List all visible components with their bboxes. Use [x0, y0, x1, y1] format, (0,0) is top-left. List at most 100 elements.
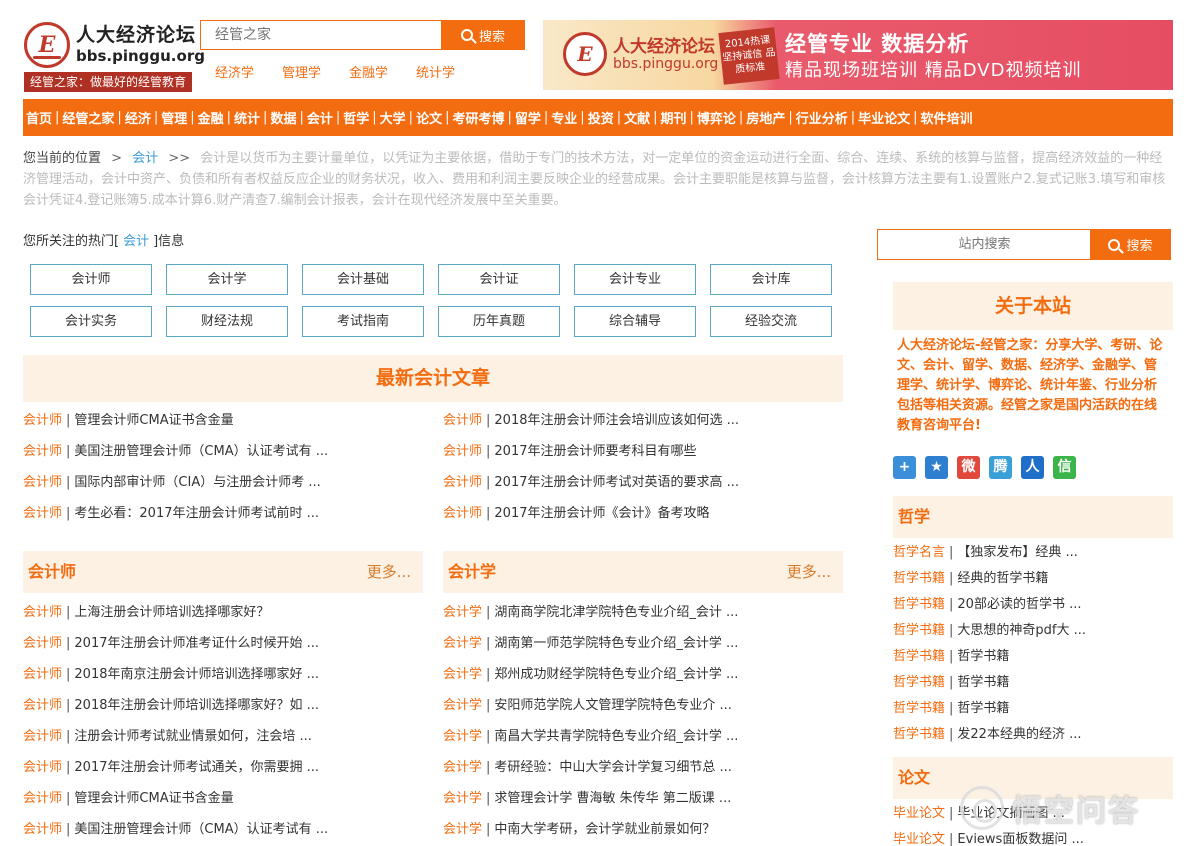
tencent-weibo-share-icon[interactable]: 腾 — [989, 456, 1012, 479]
hot-tag[interactable]: 会计证 — [438, 264, 560, 295]
item-title-link[interactable]: 2017年注册会计师要考科目有哪些 — [494, 444, 696, 459]
article-item[interactable]: 会计师 | 管理会计师CMA证书含金量 — [23, 783, 423, 814]
item-title-link[interactable]: 注册会计师考试就业情景如何，注会培 ... — [74, 729, 312, 744]
article-item[interactable]: 会计师 | 2018年注册会计师培训选择哪家好？如 ... — [23, 690, 423, 721]
item-category-link[interactable]: 会计师 — [23, 605, 62, 620]
item-category-link[interactable]: 会计师 — [23, 760, 62, 775]
article-item[interactable]: 会计学 | 湖南商学院北津学院特色专业介绍_会计 ... — [443, 597, 843, 628]
item-category-link[interactable]: 会计师 — [23, 413, 62, 428]
item-category-link[interactable]: 毕业论文 — [893, 806, 945, 821]
item-category-link[interactable]: 哲学书籍 — [893, 623, 945, 638]
side-article-item[interactable]: 哲学名言 | 【独家发布】经典 ... — [893, 540, 1173, 566]
item-category-link[interactable]: 会计师 — [23, 822, 62, 837]
article-item[interactable]: 会计学 | 湖南第一师范学院特色专业介绍_会计学 ... — [443, 628, 843, 659]
article-item[interactable]: 会计师 | 注册会计师考试就业情景如何，注会培 ... — [23, 721, 423, 752]
item-category-link[interactable]: 会计学 — [443, 822, 482, 837]
nav-item[interactable]: 会计 — [307, 108, 333, 127]
article-item[interactable]: 会计师 | 上海注册会计师培训选择哪家好？ — [23, 597, 423, 628]
item-category-link[interactable]: 会计师 — [23, 506, 62, 521]
side-article-item[interactable]: 哲学书籍 | 哲学书籍 — [893, 670, 1173, 696]
item-title-link[interactable]: 2017年注册会计师考试通关，你需要拥 ... — [74, 760, 319, 775]
article-item[interactable]: 会计学 | 求管理会计学 曹海敏 朱传华 第二版课 ... — [443, 783, 843, 814]
hot-tag[interactable]: 综合辅导 — [574, 306, 696, 337]
nav-item[interactable]: 专业 — [551, 108, 577, 127]
site-logo[interactable]: E 人大经济论坛 bbs.pinggu.org 经管之家：做最好的经管教育 — [24, 20, 205, 92]
nav-item[interactable]: 房地产 — [746, 108, 785, 127]
article-item[interactable]: 会计师 | 2017年注册会计师准考证什么时候开始 ... — [23, 628, 423, 659]
item-title-link[interactable]: 2018年南京注册会计师培训选择哪家好 ... — [74, 667, 319, 682]
latest-article-item[interactable]: 会计师 | 2017年注册会计师要考科目有哪些 — [443, 436, 843, 467]
item-title-link[interactable]: 哲学书籍 — [957, 675, 1009, 690]
side-article-item[interactable]: 哲学书籍 | 哲学书籍 — [893, 696, 1173, 722]
item-category-link[interactable]: 哲学书籍 — [893, 727, 945, 742]
item-category-link[interactable]: 会计师 — [23, 636, 62, 651]
hot-tag[interactable]: 财经法规 — [166, 306, 288, 337]
latest-article-item[interactable]: 会计师 | 管理会计师CMA证书含金量 — [23, 405, 423, 436]
nav-item[interactable]: 金融 — [198, 108, 224, 127]
nav-item[interactable]: 毕业论文 — [858, 108, 910, 127]
latest-article-item[interactable]: 会计师 | 2018年注册会计师注会培训应该如何选 ... — [443, 405, 843, 436]
hot-tag[interactable]: 会计基础 — [302, 264, 424, 295]
item-title-link[interactable]: 哲学书籍 — [957, 701, 1009, 716]
nav-item[interactable]: 考研考博 — [452, 108, 504, 127]
item-title-link[interactable]: 2017年注册会计师考试对英语的要求高 ... — [494, 475, 739, 490]
nav-item[interactable]: 数据 — [270, 108, 296, 127]
nav-item[interactable]: 留学 — [515, 108, 541, 127]
hot-tag[interactable]: 经验交流 — [710, 306, 832, 337]
item-category-link[interactable]: 毕业论文 — [893, 832, 945, 846]
item-category-link[interactable]: 会计师 — [23, 791, 62, 806]
latest-article-item[interactable]: 会计师 | 2017年注册会计师考试对英语的要求高 ... — [443, 467, 843, 498]
nav-item[interactable]: 期刊 — [661, 108, 687, 127]
article-item[interactable]: 会计学 | 安阳师范学院人文管理学院特色专业介 ... — [443, 690, 843, 721]
side-search-button[interactable]: 搜索 — [1090, 229, 1171, 260]
item-category-link[interactable]: 会计师 — [443, 475, 482, 490]
item-category-link[interactable]: 哲学名言 — [893, 545, 945, 560]
item-category-link[interactable]: 会计师 — [23, 444, 62, 459]
item-category-link[interactable]: 会计师 — [443, 413, 482, 428]
hot-label-keyword[interactable]: 会计 — [123, 234, 149, 249]
nav-item[interactable]: 统计 — [234, 108, 260, 127]
article-item[interactable]: 会计学 | 中南大学考研，会计学就业前景如何？ — [443, 814, 843, 845]
breadcrumb-current[interactable]: 会计 — [132, 151, 158, 166]
item-title-link[interactable]: 国际内部审计师（CIA）与注册会计师考 ... — [74, 475, 320, 490]
latest-article-item[interactable]: 会计师 | 美国注册管理会计师（CMA）认证考试有 ... — [23, 436, 423, 467]
item-title-link[interactable]: 美国注册管理会计师（CMA）认证考试有 ... — [74, 822, 328, 837]
article-item[interactable]: 会计师 | 美国注册管理会计师（CMA）认证考试有 ... — [23, 814, 423, 845]
article-item[interactable]: 会计学 | 考研经验：中山大学会计学复习细节总 ... — [443, 752, 843, 783]
item-category-link[interactable]: 哲学书籍 — [893, 571, 945, 586]
item-title-link[interactable]: 中南大学考研，会计学就业前景如何？ — [494, 822, 715, 837]
nav-item[interactable]: 博弈论 — [697, 108, 736, 127]
item-title-link[interactable]: 大思想的神奇pdf大 ... — [957, 623, 1086, 638]
top-link-finance[interactable]: 金融学 — [349, 62, 388, 81]
item-category-link[interactable]: 哲学书籍 — [893, 649, 945, 664]
item-category-link[interactable]: 会计师 — [23, 475, 62, 490]
nav-item[interactable]: 首页 — [26, 108, 52, 127]
nav-item[interactable]: 软件培训 — [921, 108, 973, 127]
nav-item[interactable]: 论文 — [416, 108, 442, 127]
item-title-link[interactable]: 美国注册管理会计师（CMA）认证考试有 ... — [74, 444, 328, 459]
wechat-share-icon[interactable]: 信 — [1053, 456, 1076, 479]
item-title-link[interactable]: 【独家发布】经典 ... — [957, 545, 1078, 560]
nav-item[interactable]: 哲学 — [343, 108, 369, 127]
item-category-link[interactable]: 会计学 — [443, 636, 482, 651]
item-category-link[interactable]: 会计学 — [443, 605, 482, 620]
renren-share-icon[interactable]: 人 — [1021, 456, 1044, 479]
side-article-item[interactable]: 哲学书籍 | 经典的哲学书籍 — [893, 566, 1173, 592]
nav-item[interactable]: 经济 — [125, 108, 151, 127]
hot-tag[interactable]: 会计师 — [30, 264, 152, 295]
side-article-item[interactable]: 哲学书籍 | 发22本经典的经济 ... — [893, 722, 1173, 748]
nav-item[interactable]: 管理 — [161, 108, 187, 127]
item-category-link[interactable]: 会计师 — [443, 506, 482, 521]
hot-tag[interactable]: 考试指南 — [302, 306, 424, 337]
item-category-link[interactable]: 会计学 — [443, 729, 482, 744]
nav-item[interactable]: 大学 — [380, 108, 406, 127]
item-title-link[interactable]: 郑州成功财经学院特色专业介绍_会计学 ... — [494, 667, 738, 682]
item-category-link[interactable]: 哲学书籍 — [893, 597, 945, 612]
item-title-link[interactable]: 考研经验：中山大学会计学复习细节总 ... — [494, 760, 732, 775]
side-search-input[interactable] — [877, 229, 1091, 260]
item-category-link[interactable]: 会计师 — [23, 729, 62, 744]
weibo-share-icon[interactable]: 微 — [957, 456, 980, 479]
item-title-link[interactable]: 2017年注册会计师《会计》备考攻略 — [494, 506, 709, 521]
item-category-link[interactable]: 会计师 — [23, 698, 62, 713]
item-category-link[interactable]: 会计学 — [443, 760, 482, 775]
